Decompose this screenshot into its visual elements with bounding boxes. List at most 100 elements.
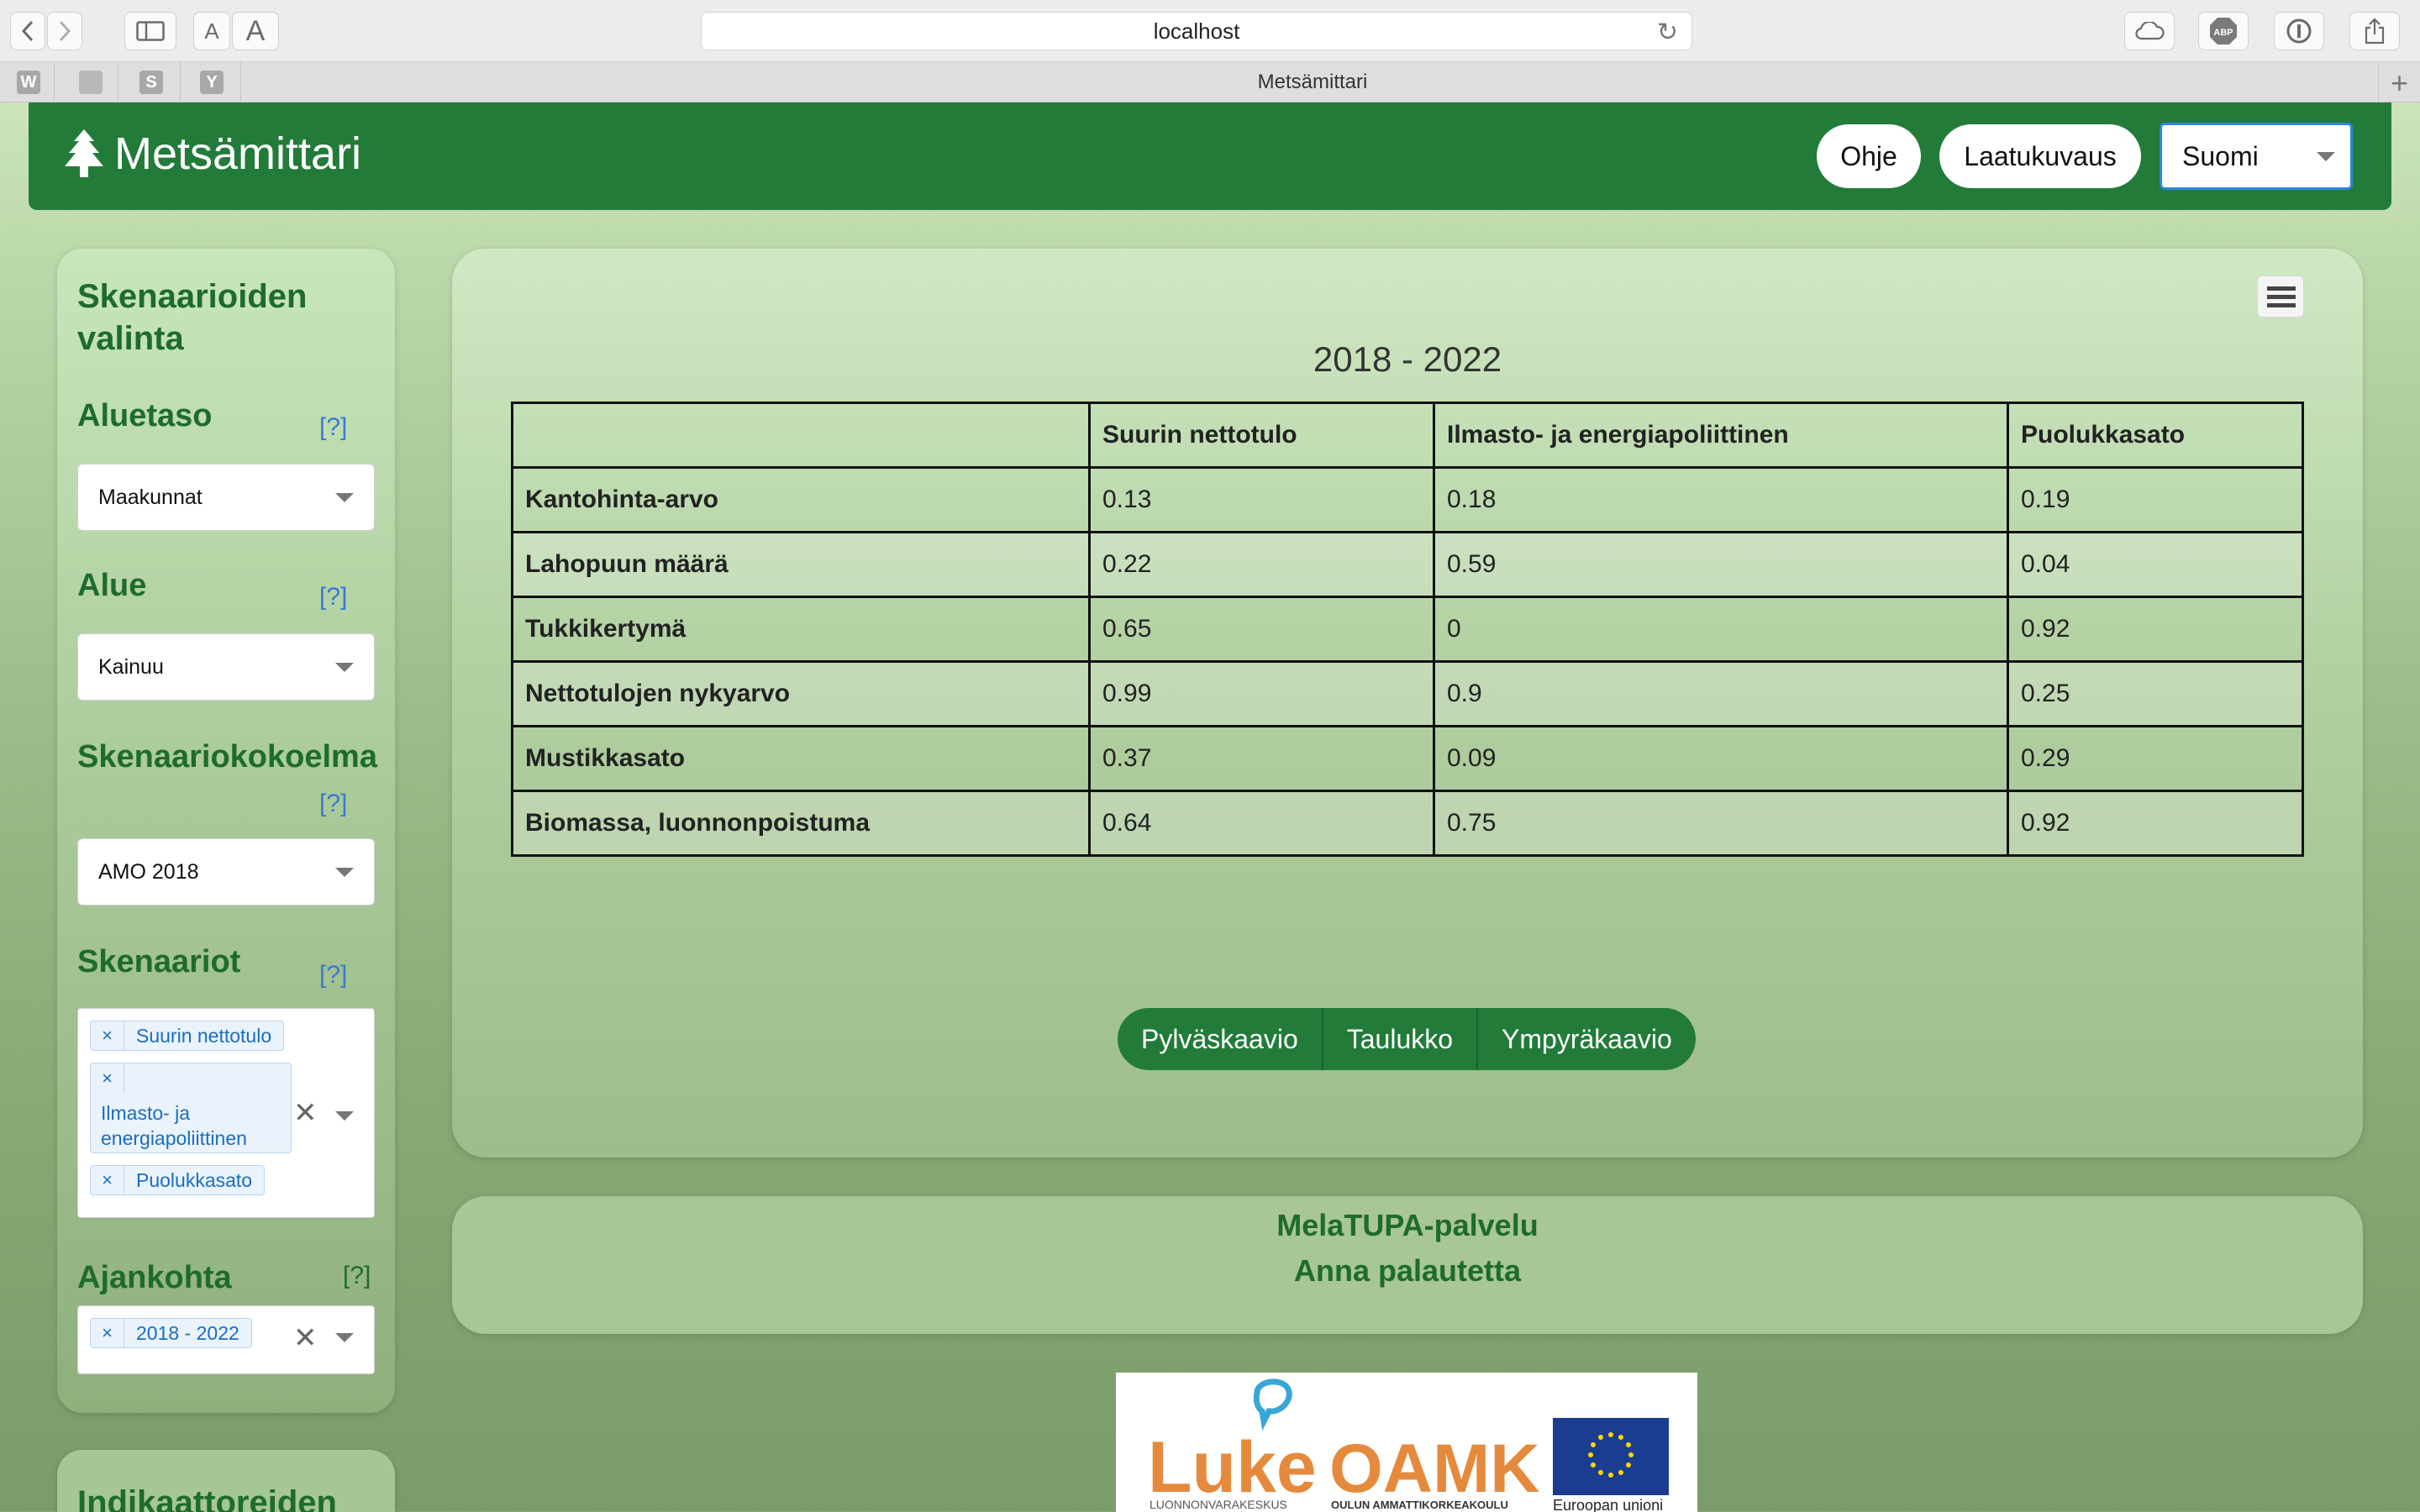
table-cell: 0.99 <box>1088 660 1435 727</box>
table-cell: 0.65 <box>1088 596 1435 663</box>
clear-selection-icon[interactable]: ✕ <box>293 1321 318 1355</box>
column-header <box>511 402 1091 469</box>
region-level-select[interactable]: Maakunnat <box>77 464 375 531</box>
tab-metsamittari[interactable]: Metsämittari <box>252 62 2373 102</box>
region-level-label: Aluetaso <box>77 398 213 433</box>
melatupa-service-link[interactable]: MelaTUPA-palvelu <box>452 1208 2363 1243</box>
table-cell: 0.19 <box>2007 466 2304 533</box>
scenario-collection-select[interactable]: AMO 2018 <box>77 838 375 906</box>
region-value: Kainuu <box>98 654 164 679</box>
time-period-help[interactable]: [?] <box>343 1262 371 1290</box>
address-bar[interactable]: localhost ↻ <box>701 12 1692 50</box>
chevron-down-icon <box>335 868 354 877</box>
results-table: Suurin nettotulo Ilmasto- ja energiapoli… <box>511 402 2304 857</box>
row-label: Biomassa, luonnonpoistuma <box>511 790 1091 857</box>
quality-description-button[interactable]: Laatukuvaus <box>1939 124 2141 188</box>
adblock-icon: ABP <box>2210 18 2237 45</box>
eu-flag-logo: Euroopan unioni <box>1553 1418 1669 1512</box>
adblock-button[interactable]: ABP <box>2198 12 2249 50</box>
sidebar-title: Skenaarioiden valinta <box>77 278 308 357</box>
time-period-chip: × 2018 - 2022 <box>90 1318 252 1348</box>
scenario-chip: × Puolukkasato <box>90 1165 266 1195</box>
region-select[interactable]: Kainuu <box>77 633 375 701</box>
reload-icon[interactable]: ↻ <box>1657 18 1678 47</box>
sidebar-toggle-button[interactable] <box>124 12 176 50</box>
hamburger-icon-line <box>2267 303 2296 307</box>
chart-menu-button[interactable] <box>2257 276 2304 318</box>
table-row: Kantohinta-arvo 0.13 0.18 0.19 <box>511 466 2304 533</box>
url-text: localhost <box>1153 18 1240 44</box>
help-button[interactable]: Ohje <box>1817 124 1921 188</box>
password-manager-button[interactable] <box>2274 12 2324 50</box>
svg-text:ABP: ABP <box>2213 28 2233 38</box>
divider <box>54 62 55 102</box>
brand-title: Metsämittari <box>114 129 362 179</box>
scenario-selection-panel: Skenaarioiden valinta Aluetaso [?] Maaku… <box>57 249 395 1413</box>
table-cell: 0.25 <box>2007 660 2304 727</box>
scenario-collection-label: Skenaariokokoelma <box>77 739 377 774</box>
scenario-collection-help[interactable]: [?] <box>319 790 347 818</box>
column-header: Ilmasto- ja energiapoliittinen <box>1433 402 2009 469</box>
luke-logo: Luke LUONNONVARAKESKUS <box>1148 1378 1317 1511</box>
new-tab-button[interactable]: + <box>2391 66 2408 101</box>
divider <box>240 62 241 102</box>
table-view-button[interactable]: Taulukko <box>1321 1008 1476 1070</box>
pie-chart-view-button[interactable]: Ympyräkaavio <box>1476 1008 1696 1070</box>
table-row: Nettotulojen nykyarvo 0.99 0.9 0.25 <box>511 660 2304 727</box>
favorite-blank[interactable] <box>79 71 103 94</box>
divider <box>180 62 181 102</box>
partner-logos: Luke LUONNONVARAKESKUS OAMK OULUN AMMATT… <box>1116 1373 1697 1512</box>
language-select[interactable]: Suomi <box>2160 123 2353 190</box>
column-header: Suurin nettotulo <box>1088 402 1435 469</box>
bar-chart-view-button[interactable]: Pylväskaavio <box>1118 1008 1322 1070</box>
table-cell: 0.75 <box>1433 790 2009 857</box>
divider <box>2378 62 2379 102</box>
chevron-left-icon <box>21 20 34 42</box>
brand-link[interactable]: Metsämittari <box>64 124 361 183</box>
table-cell: 0.9 <box>1433 660 2009 727</box>
text-smaller-button[interactable]: A <box>193 12 230 50</box>
scenarios-help[interactable]: [?] <box>319 961 347 990</box>
chip-remove-button[interactable]: × <box>91 1021 124 1050</box>
text-larger-button[interactable]: A <box>232 12 279 50</box>
chip-remove-button[interactable]: × <box>91 1166 124 1194</box>
give-feedback-link[interactable]: Anna palautetta <box>452 1253 2363 1289</box>
oamk-wordmark: OAMK <box>1329 1431 1540 1507</box>
chip-remove-button[interactable]: × <box>91 1319 124 1347</box>
table-cell: 0.29 <box>2007 725 2304 792</box>
browser-toolbar: A A localhost ↻ ABP <box>0 0 2420 62</box>
row-label: Nettotulojen nykyarvo <box>511 660 1091 727</box>
region-level-help[interactable]: [?] <box>319 413 347 442</box>
table-cell: 0.92 <box>2007 596 2304 663</box>
table-row: Mustikkasato 0.37 0.09 0.29 <box>511 725 2304 792</box>
clear-selection-icon[interactable]: ✕ <box>293 1096 318 1130</box>
chevron-down-icon <box>2317 152 2335 161</box>
chevron-down-icon <box>335 1333 354 1342</box>
row-label: Kantohinta-arvo <box>511 466 1091 533</box>
forward-button[interactable] <box>47 12 82 50</box>
scenario-chip: × Ilmasto- ja energiapoliittinen <box>90 1063 292 1153</box>
chip-remove-button[interactable]: × <box>91 1063 124 1094</box>
scenarios-multiselect[interactable]: × Suurin nettotulo × Ilmasto- ja energia… <box>77 1008 375 1218</box>
row-label: Lahopuun määrä <box>511 531 1091 598</box>
favorite-s[interactable]: S <box>139 71 163 94</box>
column-header: Puolukkasato <box>2007 402 2304 469</box>
oamk-logo: OAMK OULUN AMMATTIKORKEAKOULU <box>1329 1431 1540 1511</box>
language-value: Suomi <box>2182 140 2259 171</box>
table-row: Tukkikertymä 0.65 0 0.92 <box>511 596 2304 663</box>
indicator-selection-panel: Indikaattoreiden <box>57 1450 395 1512</box>
favorite-w[interactable]: W <box>17 71 40 94</box>
time-period-multiselect[interactable]: × 2018 - 2022 ✕ <box>77 1305 375 1374</box>
back-button[interactable] <box>10 12 45 50</box>
table-cell: 0.04 <box>2007 531 2304 598</box>
table-cell: 0.22 <box>1088 531 1435 598</box>
chevron-down-icon <box>335 1111 354 1121</box>
region-help[interactable]: [?] <box>319 583 347 612</box>
icloud-button[interactable] <box>2124 12 2175 50</box>
row-label: Mustikkasato <box>511 725 1091 792</box>
table-header-row: Suurin nettotulo Ilmasto- ja energiapoli… <box>511 402 2304 469</box>
password-icon <box>2286 18 2312 44</box>
share-button[interactable] <box>2349 12 2400 50</box>
table-cell: 0.64 <box>1088 790 1435 857</box>
favorite-y[interactable]: Y <box>200 71 224 94</box>
